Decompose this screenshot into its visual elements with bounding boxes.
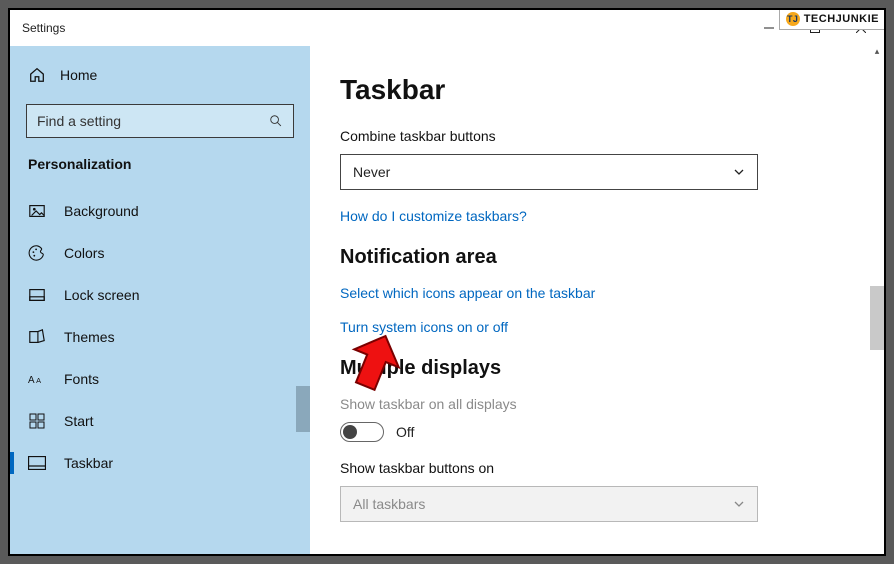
search-icon	[269, 114, 283, 128]
palette-icon	[28, 244, 46, 262]
sidebar-item-label: Taskbar	[64, 455, 113, 471]
watermark-icon: TJ	[786, 12, 800, 26]
show-buttons-label: Show taskbar buttons on	[340, 460, 844, 476]
sidebar-item-taskbar[interactable]: Taskbar	[10, 442, 310, 484]
chevron-down-icon	[733, 498, 745, 510]
sidebar-item-label: Background	[64, 203, 139, 219]
sidebar-item-label: Lock screen	[64, 287, 139, 303]
home-label: Home	[60, 67, 97, 83]
show-all-label: Show taskbar on all displays	[340, 396, 844, 412]
sidebar-item-colors[interactable]: Colors	[10, 232, 310, 274]
sidebar: Home Personalization Background Colors	[10, 46, 310, 554]
image-icon	[28, 202, 46, 220]
chevron-down-icon	[733, 166, 745, 178]
sidebar-item-label: Colors	[64, 245, 104, 261]
watermark-badge: TJ TECHJUNKIE	[779, 8, 886, 30]
system-icons-link[interactable]: Turn system icons on or off	[340, 319, 844, 335]
search-input-wrap[interactable]	[26, 104, 294, 138]
combine-value: Never	[353, 164, 390, 180]
sidebar-nav: Background Colors Lock screen Themes AA …	[10, 190, 310, 554]
search-input[interactable]	[37, 113, 269, 129]
taskbar-icon	[28, 454, 46, 472]
select-icons-link[interactable]: Select which icons appear on the taskbar	[340, 285, 844, 301]
window-titlebar: Settings	[10, 10, 884, 46]
home-icon	[28, 66, 46, 84]
scrollbar-thumb[interactable]	[296, 386, 310, 432]
sidebar-item-label: Start	[64, 413, 94, 429]
scrollbar-thumb[interactable]	[870, 286, 884, 350]
sidebar-item-lockscreen[interactable]: Lock screen	[10, 274, 310, 316]
svg-text:A: A	[28, 375, 35, 386]
content-scrollbar[interactable]: ▴	[870, 46, 884, 554]
watermark-text: TECHJUNKIE	[804, 13, 879, 25]
window-title: Settings	[22, 21, 746, 35]
lockscreen-icon	[28, 286, 46, 304]
multiple-displays-heading: Multiple displays	[340, 357, 844, 380]
show-all-state: Off	[396, 424, 414, 440]
minimize-icon	[764, 23, 774, 33]
sidebar-item-label: Fonts	[64, 371, 99, 387]
sidebar-item-background[interactable]: Background	[10, 190, 310, 232]
combine-label: Combine taskbar buttons	[340, 128, 844, 144]
show-buttons-select[interactable]: All taskbars	[340, 486, 758, 522]
fonts-icon: AA	[28, 370, 46, 388]
show-all-toggle[interactable]	[340, 422, 384, 442]
sidebar-item-label: Themes	[64, 329, 115, 345]
combine-select[interactable]: Never	[340, 154, 758, 190]
sidebar-item-themes[interactable]: Themes	[10, 316, 310, 358]
sidebar-item-start[interactable]: Start	[10, 400, 310, 442]
toggle-knob	[343, 425, 357, 439]
sidebar-item-fonts[interactable]: AA Fonts	[10, 358, 310, 400]
start-icon	[28, 412, 46, 430]
scroll-up-icon[interactable]: ▴	[870, 46, 884, 60]
customize-taskbars-link[interactable]: How do I customize taskbars?	[340, 208, 844, 224]
sidebar-category: Personalization	[10, 152, 310, 190]
home-link[interactable]: Home	[10, 56, 310, 98]
svg-text:A: A	[36, 376, 41, 385]
show-buttons-value: All taskbars	[353, 496, 425, 512]
content-pane: Taskbar Combine taskbar buttons Never Ho…	[310, 46, 884, 554]
themes-icon	[28, 328, 46, 346]
page-title: Taskbar	[340, 74, 844, 106]
notification-area-heading: Notification area	[340, 246, 844, 269]
sidebar-scrollbar[interactable]	[296, 386, 310, 554]
